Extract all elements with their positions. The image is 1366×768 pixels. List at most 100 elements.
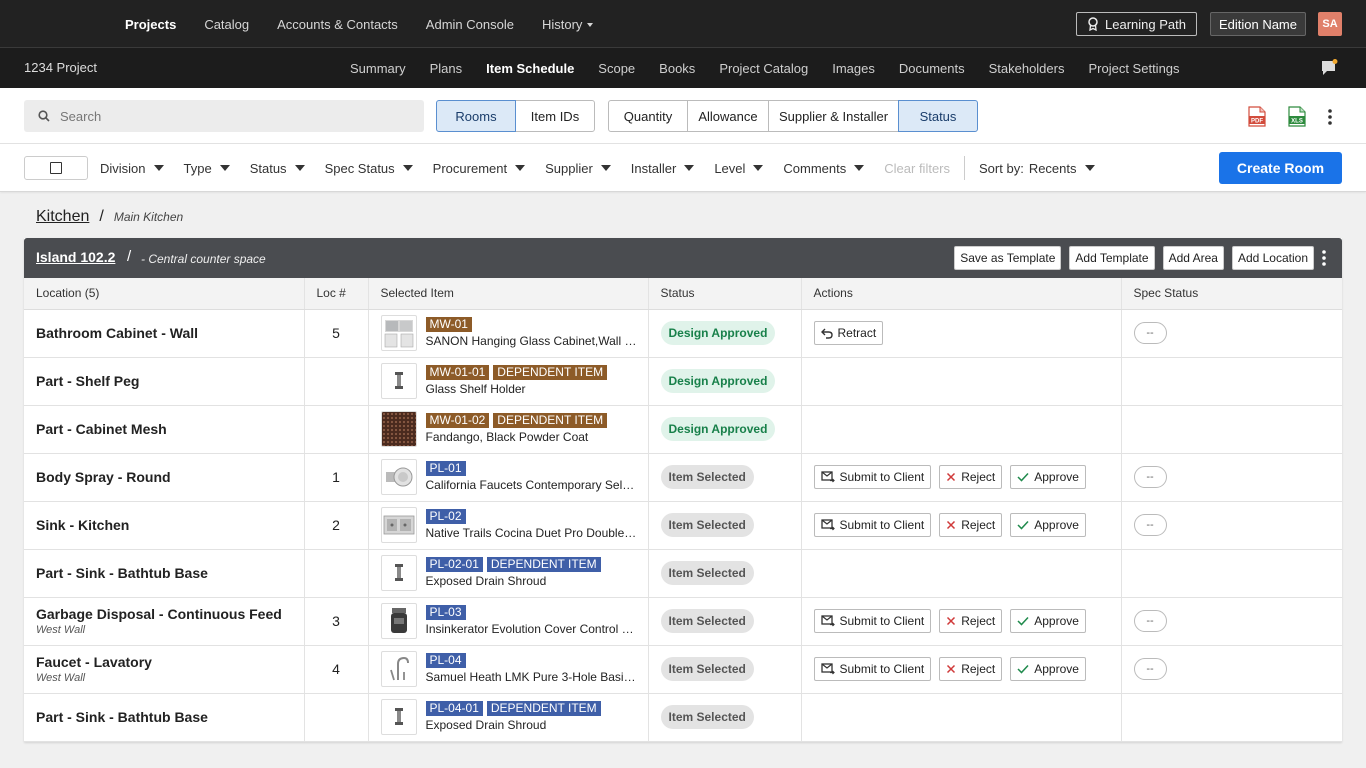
filter-status-dropdown[interactable]: Status — [250, 161, 305, 176]
spec-status-cell: -- — [1121, 309, 1342, 358]
item-thumbnail[interactable] — [380, 603, 417, 639]
filter-supplier-dropdown[interactable]: Supplier — [545, 161, 611, 176]
approve-button[interactable]: Approve — [1010, 609, 1086, 633]
tab-project-settings[interactable]: Project Settings — [1088, 61, 1179, 76]
learning-path-button[interactable]: Learning Path — [1076, 12, 1197, 36]
save-as-template-button[interactable]: Save as Template — [954, 246, 1062, 270]
actions: Submit to Client Reject Approve — [813, 609, 1121, 633]
filter-level-dropdown[interactable]: Level — [714, 161, 764, 176]
sort-dropdown[interactable]: Sort by: Recents — [979, 161, 1095, 176]
selected-item[interactable]: MW-01 SANON Hanging Glass Cabinet,Wall Mo… — [380, 315, 648, 351]
table-row: Part - Sink - Bathtub Base PL-04-01 DEPEND… — [24, 693, 1342, 742]
column-status-button[interactable]: Status — [898, 100, 978, 132]
nav-link-accounts-contacts[interactable]: Accounts & Contacts — [277, 17, 398, 32]
selected-item[interactable]: PL-02 Native Trails Cocina Duet Pro Doubl… — [380, 507, 648, 543]
submit-to-client-button[interactable]: Submit to Client — [813, 657, 932, 681]
item-thumbnail[interactable] — [380, 651, 417, 687]
item-tags: PL-04-01 DEPENDENT ITEM — [425, 701, 605, 717]
filter-installer-dropdown[interactable]: Installer — [631, 161, 695, 176]
item-id-tag: PL-04 — [425, 653, 466, 668]
tab-images[interactable]: Images — [832, 61, 875, 76]
column-supplier-installer-button[interactable]: Supplier & Installer — [768, 100, 899, 132]
view-item-ids-button[interactable]: Item IDs — [515, 100, 595, 132]
selected-item[interactable]: PL-04-01 DEPENDENT ITEM Exposed Drain Shro… — [380, 699, 648, 735]
tab-plans[interactable]: Plans — [430, 61, 463, 76]
spec-status-badge[interactable]: -- — [1133, 514, 1167, 536]
clear-filters-button[interactable]: Clear filters — [884, 161, 950, 176]
spec-status-badge[interactable]: -- — [1133, 466, 1167, 488]
nav-link-history[interactable]: History — [542, 17, 594, 32]
filter-spec-status-dropdown[interactable]: Spec Status — [325, 161, 413, 176]
item-name: Glass Shelf Holder — [425, 382, 526, 396]
approve-button[interactable]: Approve — [1010, 657, 1086, 681]
action-label: Approve — [1034, 470, 1079, 484]
approve-button[interactable]: Approve — [1010, 513, 1086, 537]
nav-link-catalog[interactable]: Catalog — [204, 17, 249, 32]
action-label: Submit to Client — [839, 614, 925, 628]
reject-button[interactable]: Reject — [939, 657, 1003, 681]
column-quantity-button[interactable]: Quantity — [608, 100, 688, 132]
item-thumbnail[interactable] — [380, 411, 417, 447]
actions-cell — [801, 549, 1122, 598]
avatar[interactable]: SA — [1318, 12, 1342, 36]
filter-division-dropdown[interactable]: Division — [100, 161, 164, 176]
submit-to-client-button[interactable]: Submit to Client — [813, 465, 932, 489]
spec-status-badge[interactable]: -- — [1133, 322, 1167, 344]
item-thumbnail[interactable] — [380, 363, 417, 399]
tab-project-catalog[interactable]: Project Catalog — [719, 61, 808, 76]
selected-item[interactable]: PL-02-01 DEPENDENT ITEM Exposed Drain Shro… — [380, 555, 648, 591]
area-name-link[interactable]: Island 102.2 — [36, 249, 115, 265]
room-link[interactable]: Kitchen — [36, 208, 89, 226]
tab-scope[interactable]: Scope — [598, 61, 635, 76]
top-nav-links: Projects Catalog Accounts & Contacts Admin … — [125, 0, 621, 48]
column-header-location-5[interactable]: Location (5) — [24, 278, 305, 310]
status-cell: Item Selected — [648, 501, 802, 550]
selected-item[interactable]: PL-04 Samuel Heath LMK Pure 3-Hole Basin … — [380, 651, 648, 687]
column-allowance-button[interactable]: Allowance — [687, 100, 769, 132]
submit-to-client-button[interactable]: Submit to Client — [813, 609, 932, 633]
item-thumbnail[interactable] — [380, 459, 417, 495]
tab-stakeholders[interactable]: Stakeholders — [989, 61, 1065, 76]
create-room-button[interactable]: Create Room — [1219, 152, 1342, 184]
nav-link-admin-console[interactable]: Admin Console — [426, 17, 514, 32]
submit-to-client-button[interactable]: Submit to Client — [813, 513, 932, 537]
reject-button[interactable]: Reject — [939, 513, 1003, 537]
status-badge: Item Selected — [660, 609, 754, 633]
item-name: Native Trails Cocina Duet Pro Double Bow… — [425, 526, 640, 540]
more-vert-icon[interactable] — [1328, 108, 1332, 125]
view-rooms-button[interactable]: Rooms — [436, 100, 516, 132]
spec-status-badge[interactable]: -- — [1133, 610, 1167, 632]
add-location-button[interactable]: Add Location — [1231, 246, 1314, 270]
add-template-button[interactable]: Add Template — [1069, 246, 1155, 270]
filter-comments-dropdown[interactable]: Comments — [783, 161, 865, 176]
spec-status-badge[interactable]: -- — [1133, 658, 1167, 680]
selected-item[interactable]: PL-03 Insinkerator Evolution Cover Contro… — [380, 603, 648, 639]
selected-item[interactable]: MW-01-02 DEPENDENT ITEM Fandango, Black Po… — [380, 411, 648, 447]
search-input[interactable] — [60, 108, 400, 124]
retract-button[interactable]: Retract — [813, 321, 884, 345]
reject-button[interactable]: Reject — [939, 609, 1003, 633]
item-thumbnail[interactable] — [380, 699, 417, 735]
tab-documents[interactable]: Documents — [899, 61, 965, 76]
nav-link-projects[interactable]: Projects — [125, 17, 176, 32]
tab-item-schedule[interactable]: Item Schedule — [486, 61, 574, 76]
area-more-icon[interactable] — [1322, 250, 1326, 269]
filter-procurement-dropdown[interactable]: Procurement — [433, 161, 526, 176]
xls-export-icon[interactable]: XLS — [1288, 106, 1306, 127]
select-all-checkbox[interactable] — [24, 156, 88, 180]
filter-type-dropdown[interactable]: Type — [184, 161, 230, 176]
item-thumbnail[interactable] — [380, 507, 417, 543]
tab-summary[interactable]: Summary — [350, 61, 406, 76]
selected-item[interactable]: MW-01-01 DEPENDENT ITEM Glass Shelf Holder — [380, 363, 648, 399]
add-area-button[interactable]: Add Area — [1162, 246, 1224, 270]
approve-button[interactable]: Approve — [1010, 465, 1086, 489]
item-thumbnail[interactable] — [380, 315, 417, 351]
pdf-export-icon[interactable]: PDF — [1248, 106, 1266, 127]
tab-books[interactable]: Books — [659, 61, 695, 76]
reject-button[interactable]: Reject — [939, 465, 1003, 489]
chat-icon[interactable] — [1320, 59, 1338, 77]
edition-button[interactable]: Edition Name — [1209, 12, 1306, 36]
selected-item[interactable]: PL-01 California Faucets Contemporary Sel… — [380, 459, 648, 495]
item-thumbnail[interactable] — [380, 555, 417, 591]
location-cell: Part - Sink - Bathtub Base — [24, 693, 305, 742]
